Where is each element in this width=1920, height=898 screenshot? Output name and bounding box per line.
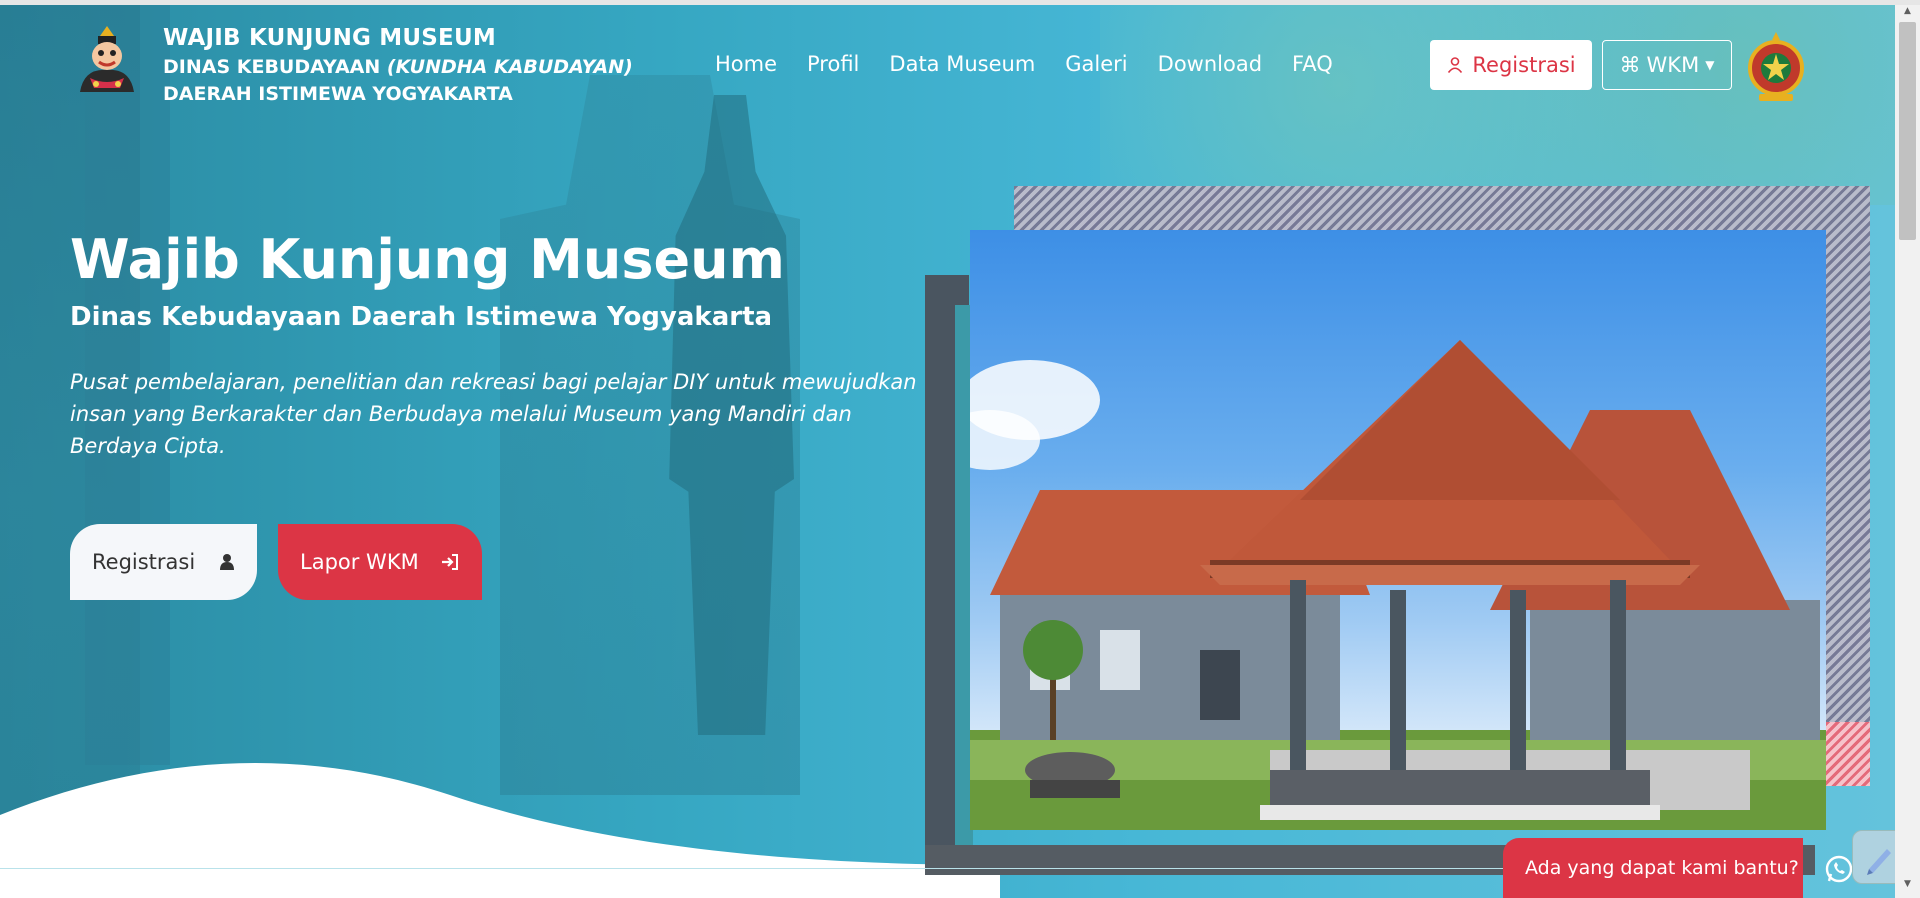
help-chat-button[interactable]: Ada yang dapat kami bantu? xyxy=(1503,838,1803,898)
scroll-down-arrow[interactable]: ▼ xyxy=(1899,879,1916,893)
scroll-up-arrow[interactable]: ▲ xyxy=(1899,6,1916,20)
wkm-dropdown-button[interactable]: ⌘ WKM ▼ xyxy=(1602,40,1732,90)
museum-pavilion-image xyxy=(970,340,1826,830)
yogyakarta-emblem-icon xyxy=(1748,32,1804,101)
wkm-dropdown-label: WKM xyxy=(1646,53,1700,77)
brand-subtitle: DINAS KEBUDAYAAN (KUNDHA KABUDAYAN) xyxy=(163,56,633,78)
hero-wave xyxy=(0,763,1000,898)
nav-item-profil[interactable]: Profil xyxy=(807,52,859,76)
nav-item-download[interactable]: Download xyxy=(1158,52,1262,76)
brand-title[interactable]: WAJIB KUNJUNG MUSEUM xyxy=(163,25,496,51)
nav-item-data-museum[interactable]: Data Museum xyxy=(889,52,1035,76)
user-solid-icon xyxy=(220,554,234,570)
wayang-logo-icon[interactable] xyxy=(70,22,144,96)
nav-item-faq[interactable]: FAQ xyxy=(1292,52,1333,76)
whatsapp-icon[interactable] xyxy=(1822,852,1856,886)
sign-in-icon xyxy=(442,554,458,570)
brand-subtitle-italic: (KUNDHA KABUDAYAN) xyxy=(386,56,633,78)
brand-subtitle-prefix: DINAS KEBUDAYAAN xyxy=(163,56,381,78)
brand-subtitle-line2: DAERAH ISTIMEWA YOGYAKARTA xyxy=(163,83,513,105)
report-wkm-button[interactable]: Lapor WKM xyxy=(278,524,482,600)
register-button-header[interactable]: Registrasi xyxy=(1430,40,1592,90)
caret-down-icon: ▼ xyxy=(1705,58,1715,72)
image-frame-stripes-red xyxy=(1826,722,1870,786)
scrollbar-thumb[interactable] xyxy=(1899,22,1916,240)
section-divider xyxy=(0,868,1510,869)
museum-photo xyxy=(970,230,1826,830)
main-nav: Home Profil Data Museum Galeri Download … xyxy=(715,52,1333,76)
hero-title: Wajib Kunjung Museum xyxy=(70,228,785,291)
command-icon: ⌘ xyxy=(1619,53,1641,77)
user-icon xyxy=(1448,57,1463,74)
nav-item-galeri[interactable]: Galeri xyxy=(1065,52,1127,76)
hero-subtitle: Dinas Kebudayaan Daerah Istimewa Yogyaka… xyxy=(70,302,773,332)
nav-item-home[interactable]: Home xyxy=(715,52,777,76)
register-button[interactable]: Registrasi xyxy=(70,524,257,600)
help-chat-label: Ada yang dapat kami bantu? xyxy=(1525,857,1799,879)
hero-description: Pusat pembelajaran, penelitian dan rekre… xyxy=(70,370,917,458)
register-button-label: Registrasi xyxy=(1472,53,1576,77)
register-button-text: Registrasi xyxy=(92,550,196,574)
report-wkm-button-text: Lapor WKM xyxy=(300,550,419,574)
